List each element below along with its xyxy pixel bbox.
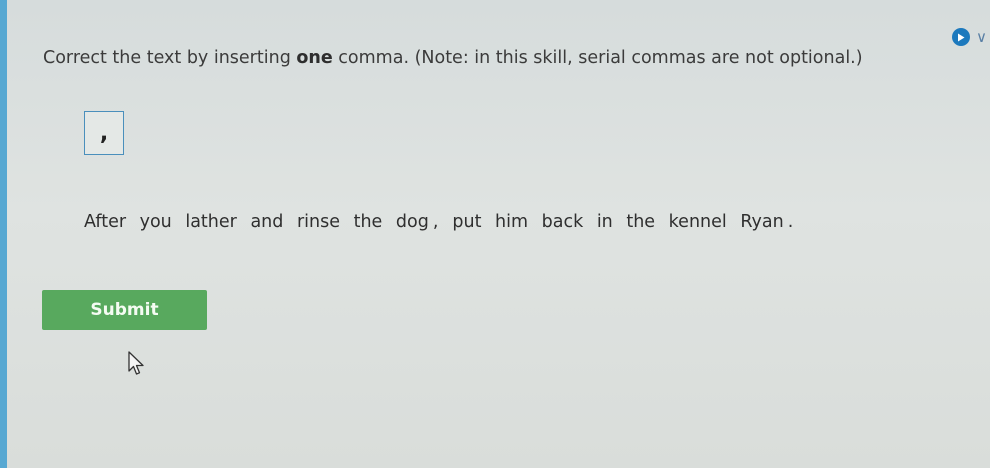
mouse-cursor-icon [128,351,148,381]
submit-button[interactable]: Submit [42,290,207,330]
instruction-text: Correct the text by inserting one comma.… [43,48,863,68]
sentence-word[interactable]: and [250,212,283,232]
instruction-emphasis: one [296,48,333,68]
sentence-word[interactable]: dog [396,212,429,232]
sentence-period[interactable]: . [788,212,794,232]
sentence-word[interactable]: rinse [297,212,340,232]
sentence-text: After you lather and rinse the dog, put h… [84,212,807,232]
sentence-word[interactable]: back [542,212,584,232]
sentence-word[interactable]: Ryan [740,212,783,232]
sentence-word[interactable]: you [140,212,172,232]
chevron-down-icon[interactable]: ∨ [976,28,987,46]
sentence-word[interactable]: After [84,212,126,232]
sentence-word[interactable]: the [626,212,655,232]
instruction-prefix: Correct the text by inserting [43,48,297,68]
sentence-word[interactable]: in [597,212,613,232]
sentence-word[interactable]: put [452,212,481,232]
draggable-comma-tile[interactable]: , [84,111,124,155]
sentence-word[interactable]: him [495,212,528,232]
sentence-comma[interactable]: , [433,212,439,232]
sentence-word[interactable]: kennel [669,212,727,232]
play-icon[interactable] [952,28,970,46]
sentence-word[interactable]: the [354,212,383,232]
instruction-suffix: comma. (Note: in this skill, serial comm… [332,48,863,68]
left-edge-strip [0,0,7,468]
top-right-controls: ∨ [952,28,987,46]
sentence-word[interactable]: lather [185,212,237,232]
